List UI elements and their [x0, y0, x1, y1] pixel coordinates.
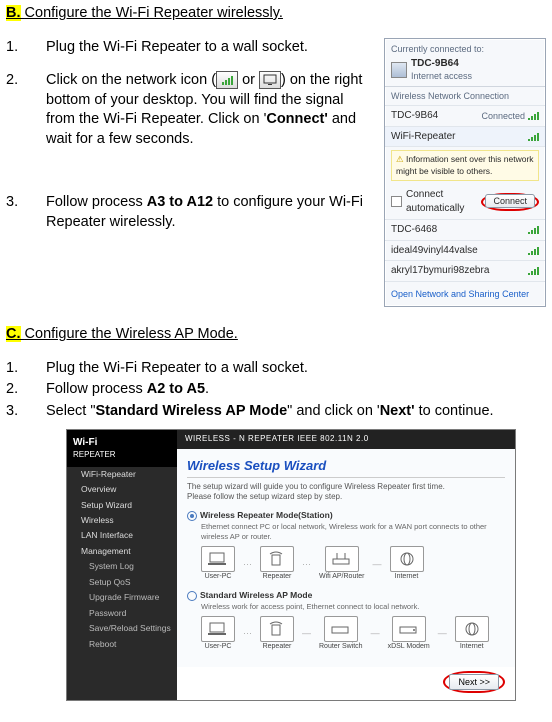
sidebar-subitem[interactable]: System Log	[67, 559, 177, 574]
signal-bars-icon	[528, 247, 539, 255]
signal-bars-icon	[528, 133, 539, 141]
step-b1: 1. Plug the Wi-Fi Repeater to a wall soc…	[6, 38, 374, 58]
signal-bars-icon	[528, 226, 539, 234]
sidebar-subitem[interactable]: Save/Reload Settings	[67, 621, 177, 636]
laptop-icon	[201, 546, 235, 572]
section-c-text: Configure the Wireless AP Mode.	[25, 326, 238, 342]
signal-bars-icon	[528, 112, 539, 120]
diagram-row-2: User-PC ··· Repeater — Router Switch — x…	[201, 616, 505, 651]
step-b3: 3. Follow process A3 to A12 to configure…	[6, 193, 374, 232]
radio-icon[interactable]	[187, 591, 197, 601]
step-c3: 3. Select "Standard Wireless AP Mode" an…	[6, 402, 546, 422]
step-b2: 2. Click on the network icon ( or ) on t…	[6, 71, 374, 149]
switch-icon	[324, 616, 358, 642]
modem-icon	[392, 616, 426, 642]
radio-icon[interactable]	[187, 511, 197, 521]
sidebar-item[interactable]: Setup Wizard	[67, 498, 177, 513]
wizard-header-bar: WIRELESS - N REPEATER IEEE 802.11N 2.0	[177, 430, 515, 449]
sidebar-item[interactable]: Wireless	[67, 513, 177, 528]
network-globe-icon	[391, 62, 407, 78]
sidebar-subitem[interactable]: Password	[67, 606, 177, 621]
globe-icon	[455, 616, 489, 642]
sidebar-item[interactable]: WiFi-Repeater	[67, 467, 177, 482]
section-c-title: C. Configure the Wireless AP Mode.	[6, 325, 546, 345]
connected-to-label: Currently connected to:	[391, 43, 539, 55]
wifi-item-other[interactable]: ideal49vinyl44valse	[385, 241, 545, 262]
wizard-title: Wireless Setup Wizard	[187, 457, 505, 478]
next-button[interactable]: Next >>	[449, 674, 499, 690]
signal-bars-icon	[216, 71, 238, 89]
wifi-repeater-logo: Wi-Fi REPEATER	[67, 430, 177, 466]
security-warning: ⚠ Information sent over this network mig…	[391, 150, 539, 181]
wizard-screenshot: Wi-Fi REPEATER WiFi-Repeater Overview Se…	[66, 429, 516, 701]
sidebar-subitem[interactable]: Reboot	[67, 637, 177, 652]
step-c2: 2. Follow process A2 to A5.	[6, 380, 546, 400]
wifi-item-repeater[interactable]: WiFi-Repeater	[385, 127, 545, 148]
connect-row: Connect automatically Connect	[385, 184, 545, 220]
wireless-section-label: Wireless Network Connection	[385, 87, 545, 106]
mode-ap[interactable]: Standard Wireless AP Mode Wireless work …	[187, 589, 505, 611]
monitor-icon	[259, 71, 281, 89]
wifi-item-connected[interactable]: TDC-9B64 Connected	[385, 106, 545, 127]
repeater-icon	[260, 616, 294, 642]
router-icon	[325, 546, 359, 572]
wifi-item-other[interactable]: TDC-6468	[385, 220, 545, 241]
diagram-row-1: User-PC ··· Repeater ··· Wifi AP/Router …	[201, 546, 505, 581]
section-c-tag: C.	[6, 326, 21, 342]
sidebar-item[interactable]: Management	[67, 544, 177, 559]
wifi-item-other[interactable]: akryl17bymuri98zebra	[385, 261, 545, 282]
network-flyout: Currently connected to: TDC-9B64 Interne…	[384, 38, 546, 308]
primary-network-name: TDC-9B64	[411, 57, 539, 71]
wizard-desc: The setup wizard will guide you to confi…	[187, 482, 505, 504]
shield-icon: ⚠	[396, 154, 406, 164]
signal-bars-icon	[528, 267, 539, 275]
section-b-tag: B.	[6, 5, 21, 21]
highlight-oval: Connect	[481, 193, 539, 211]
section-b-text: Configure the Wi-Fi Repeater wirelessly.	[25, 5, 283, 21]
highlight-oval: Next >>	[443, 671, 505, 693]
wizard-sidebar: Wi-Fi REPEATER WiFi-Repeater Overview Se…	[67, 430, 177, 700]
step-c1: 1. Plug the Wi-Fi Repeater to a wall soc…	[6, 359, 546, 379]
sidebar-subitem[interactable]: Upgrade Firmware	[67, 590, 177, 605]
mode-repeater[interactable]: Wireless Repeater Mode(Station) Ethernet…	[187, 509, 505, 542]
connect-button[interactable]: Connect	[485, 194, 535, 208]
globe-icon	[390, 546, 424, 572]
sidebar-subitem[interactable]: Setup QoS	[67, 575, 177, 590]
section-b-title: B. Configure the Wi-Fi Repeater wireless…	[6, 4, 546, 24]
auto-connect-checkbox[interactable]	[391, 196, 402, 207]
repeater-icon	[260, 546, 294, 572]
sidebar-item[interactable]: Overview	[67, 482, 177, 497]
laptop-icon	[201, 616, 235, 642]
open-sharing-center-link[interactable]: Open Network and Sharing Center	[385, 282, 545, 306]
primary-network-status: Internet access	[411, 70, 539, 82]
sidebar-item[interactable]: LAN Interface	[67, 528, 177, 543]
